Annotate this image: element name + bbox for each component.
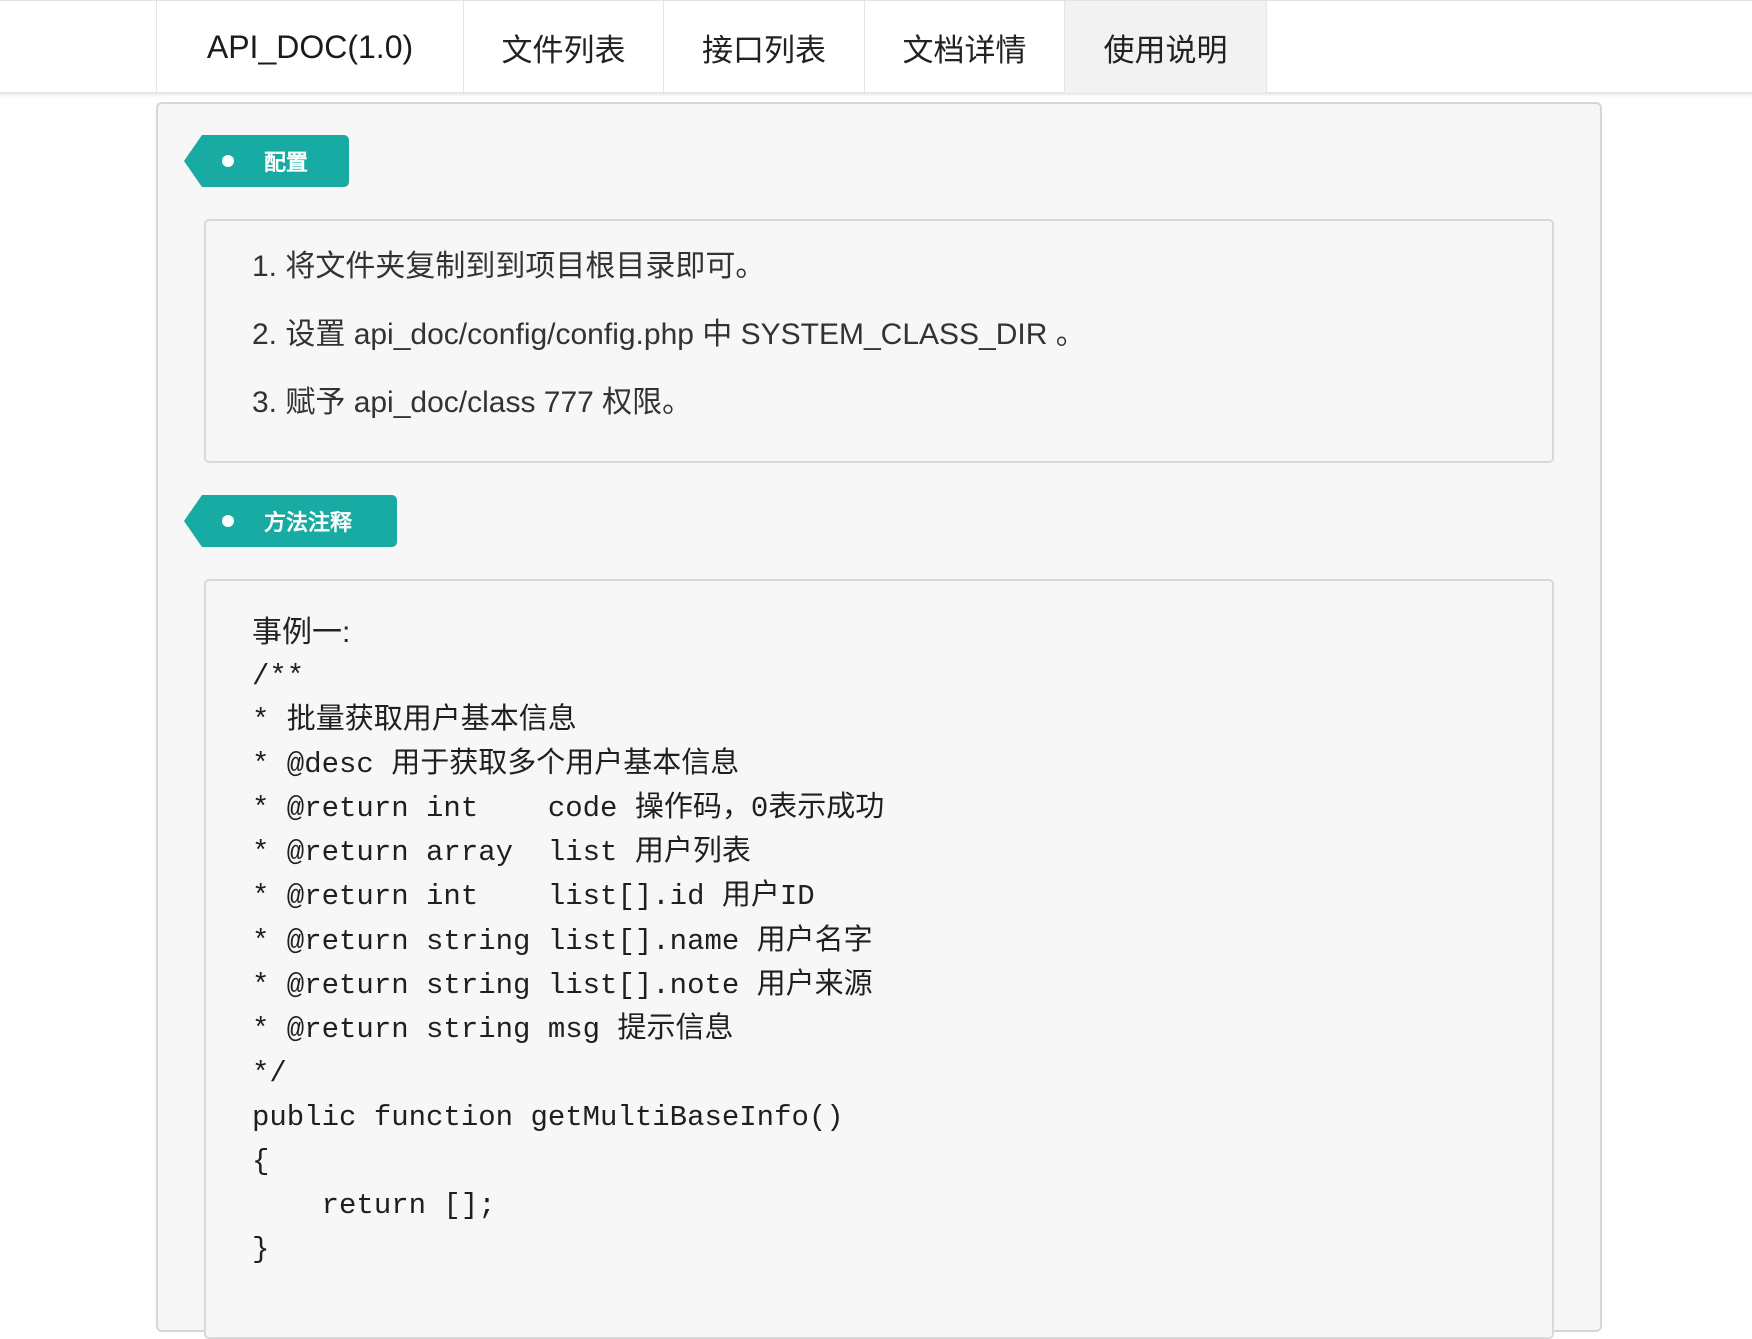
nav-tab-file-list[interactable]: 文件列表 [464, 1, 664, 93]
code-block: /** * 批量获取用户基本信息 * @desc 用于获取多个用户基本信息 * … [252, 655, 1552, 1272]
code-line: * 批量获取用户基本信息 [252, 704, 577, 738]
code-line: { [252, 1145, 270, 1179]
config-step-2: 2. 设置 api_doc/config/config.php 中 SYSTEM… [252, 318, 1086, 351]
code-line: * @return string msg 提示信息 [252, 1012, 734, 1046]
code-line: * @return string list[].note 用户来源 [252, 968, 873, 1002]
nav-tab-doc-detail[interactable]: 文档详情 [865, 1, 1065, 93]
code-line: } [252, 1233, 270, 1267]
section-title-method-comments: 方法注释 [264, 510, 353, 535]
code-line: * @return array list 用户列表 [252, 836, 751, 870]
code-line: * @desc 用于获取多个用户基本信息 [252, 748, 740, 782]
code-line: */ [252, 1056, 287, 1090]
config-step-1: 1. 将文件夹复制到到项目根目录即可。 [252, 250, 766, 283]
bullet-dot-icon [222, 155, 234, 167]
code-line: /** [252, 660, 305, 693]
nav-tab-usage[interactable]: 使用说明 [1065, 1, 1267, 93]
main-nav: API_DOC(1.0) 文件列表 接口列表 文档详情 使用说明 [156, 1, 1267, 93]
code-line: * @return string list[].name 用户名字 [252, 924, 873, 958]
nav-tab-api-list[interactable]: 接口列表 [664, 1, 865, 93]
code-line: * @return int list[].id 用户ID [252, 880, 815, 914]
section-header-method-comments: 方法注释 [184, 495, 397, 547]
method-comment-panel: 事例一: /** * 批量获取用户基本信息 * @desc 用于获取多个用户基本… [204, 579, 1554, 1339]
top-navbar: API_DOC(1.0) 文件列表 接口列表 文档详情 使用说明 [0, 0, 1752, 94]
config-panel: 1. 将文件夹复制到到项目根目录即可。 2. 设置 api_doc/config… [204, 219, 1554, 463]
section-title-config: 配置 [264, 150, 309, 175]
code-line: return []; [252, 1189, 496, 1223]
code-line: public function getMultiBaseInfo() [252, 1100, 844, 1134]
config-step-3: 3. 赋予 api_doc/class 777 权限。 [252, 386, 693, 419]
section-header-config: 配置 [184, 135, 349, 187]
code-line: * @return int code 操作码，0表示成功 [252, 792, 885, 826]
bullet-dot-icon [222, 515, 234, 527]
main-content: 配置 1. 将文件夹复制到到项目根目录即可。 2. 设置 api_doc/con… [156, 102, 1602, 1339]
nav-brand-link[interactable]: API_DOC(1.0) [157, 1, 464, 93]
example-title: 事例一: [252, 616, 351, 649]
